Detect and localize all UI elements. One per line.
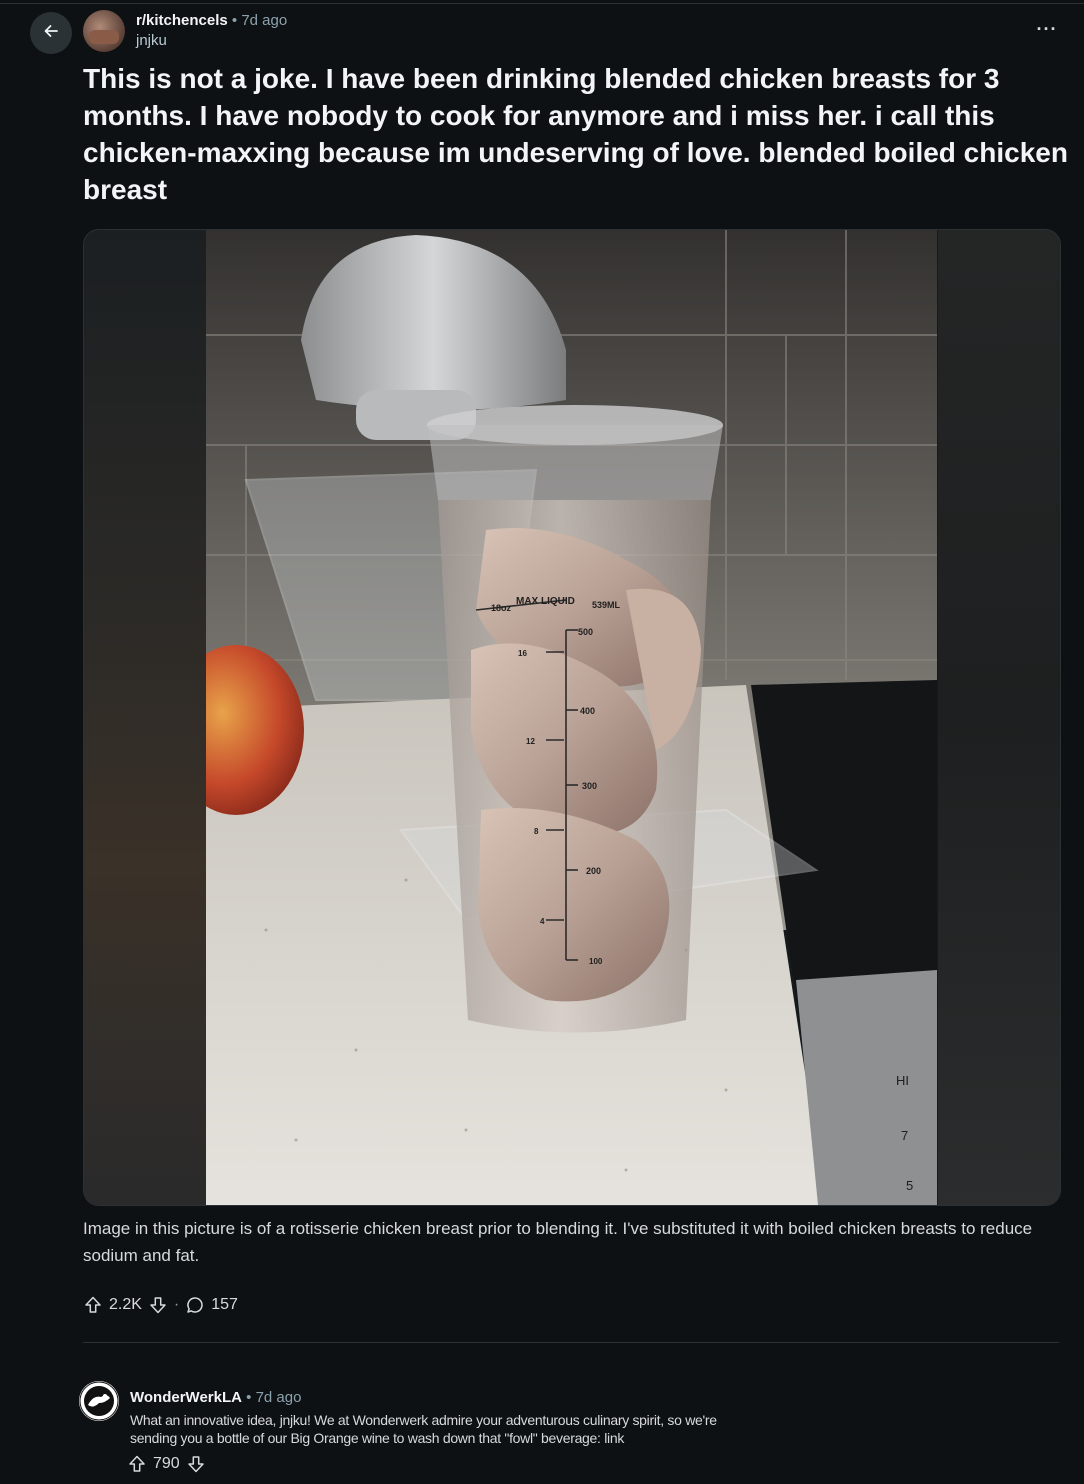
post-meta: r/kitchencels • 7d ago jnjku bbox=[136, 11, 287, 51]
comment-meta-separator: • bbox=[246, 1389, 252, 1406]
cup-label-16: 16 bbox=[518, 649, 527, 658]
comment-actions: 790 bbox=[127, 1453, 206, 1475]
back-button[interactable] bbox=[30, 12, 72, 54]
chicken-blender-photo: HI 7 5 MAX LIQUID 18oz 539ML 500 400 300… bbox=[206, 230, 937, 1205]
cup-label-4: 4 bbox=[540, 917, 545, 926]
cup-label-200: 200 bbox=[586, 866, 601, 876]
cup-label-12: 12 bbox=[526, 737, 535, 746]
post-author-link[interactable]: jnjku bbox=[136, 31, 287, 51]
cup-label-400: 400 bbox=[580, 706, 595, 716]
post-title: This is not a joke. I have been drinking… bbox=[83, 63, 1068, 205]
upvote-icon[interactable] bbox=[83, 1295, 103, 1315]
post-age: 7d ago bbox=[241, 12, 288, 29]
post-image[interactable]: HI 7 5 MAX LIQUID 18oz 539ML 500 400 300… bbox=[83, 229, 1061, 1206]
speech-bubble-icon[interactable] bbox=[185, 1295, 205, 1315]
cup-label-100: 100 bbox=[589, 957, 603, 966]
section-divider bbox=[83, 1342, 1059, 1343]
post-actions: 2.2K · 157 bbox=[83, 1292, 238, 1318]
comment-author-link[interactable]: WonderWerkLA bbox=[130, 1389, 242, 1406]
cup-label-300: 300 bbox=[582, 781, 597, 791]
arrow-left-icon bbox=[41, 21, 61, 46]
cup-label-18oz: 18oz bbox=[491, 603, 512, 613]
cup-label-539ml: 539ML bbox=[592, 600, 621, 610]
subreddit-avatar[interactable] bbox=[83, 10, 125, 52]
more-options-button[interactable]: ··· bbox=[1030, 19, 1064, 42]
stove-label-7: 7 bbox=[901, 1128, 908, 1143]
post-caption: Image in this picture is of a rotisserie… bbox=[83, 1219, 1033, 1265]
image-blur-left bbox=[84, 230, 206, 1205]
subreddit-link[interactable]: r/kitchencels bbox=[136, 12, 228, 29]
upvote-icon[interactable] bbox=[127, 1454, 147, 1474]
top-border bbox=[0, 3, 1084, 4]
comment-count[interactable]: 157 bbox=[211, 1296, 238, 1314]
image-blur-right bbox=[938, 230, 1060, 1205]
comment-meta: WonderWerkLA • 7d ago bbox=[130, 1388, 301, 1408]
comment-body: What an innovative idea, jnjku! We at Wo… bbox=[130, 1412, 717, 1446]
commenter-avatar[interactable] bbox=[79, 1381, 119, 1421]
cup-label-500: 500 bbox=[578, 627, 593, 637]
comment-upvote-count: 790 bbox=[153, 1455, 180, 1472]
stove-label-hi: HI bbox=[896, 1073, 909, 1088]
stove-label-5: 5 bbox=[906, 1178, 913, 1193]
upvote-count: 2.2K bbox=[109, 1296, 142, 1313]
downvote-icon[interactable] bbox=[148, 1295, 168, 1315]
actions-separator: · bbox=[173, 1296, 180, 1313]
meta-separator: • bbox=[231, 12, 238, 29]
cup-label-8: 8 bbox=[534, 827, 539, 836]
comment-age: 7d ago bbox=[255, 1389, 302, 1406]
downvote-icon[interactable] bbox=[186, 1454, 206, 1474]
cup-label-max-liquid: MAX LIQUID bbox=[516, 596, 575, 607]
ellipsis-icon: ··· bbox=[1036, 19, 1058, 39]
